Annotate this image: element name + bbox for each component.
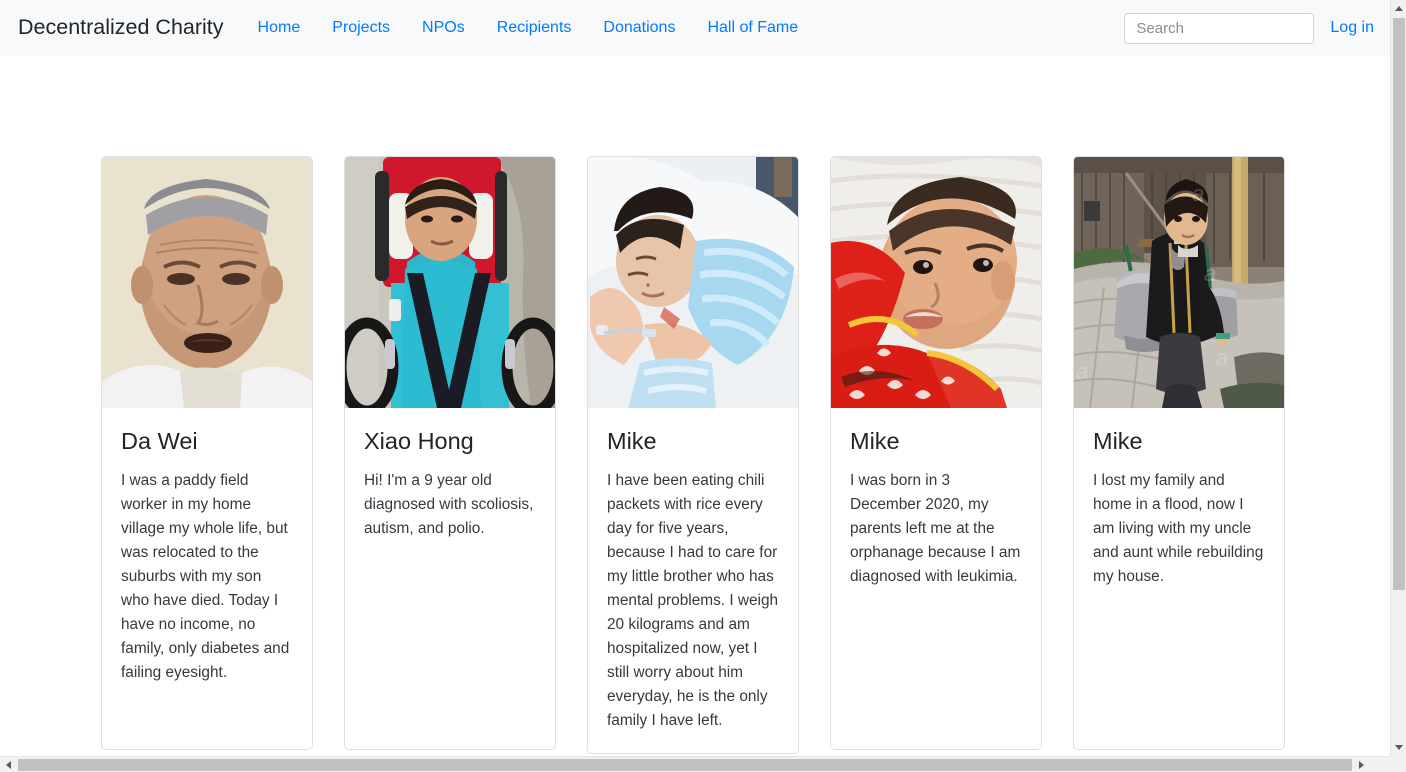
- svg-text:a: a: [1076, 359, 1088, 384]
- arrow-down-glyph: [1395, 745, 1403, 750]
- vertical-scrollbar[interactable]: [1390, 0, 1406, 756]
- card-title: Mike: [850, 428, 900, 454]
- browser-viewport: Decentralized Charity Home Projects NPOs…: [0, 0, 1406, 772]
- recipient-card[interactable]: a a a a Mike I lost my family and home i…: [1073, 156, 1285, 750]
- card-text: I have been eating chili packets with ri…: [607, 472, 779, 730]
- arrow-right-glyph: [1359, 761, 1364, 769]
- nav-item-npos: NPOs: [406, 11, 481, 45]
- arrow-left-glyph: [6, 761, 11, 769]
- login-link[interactable]: Log in: [1314, 11, 1374, 45]
- site-brand[interactable]: Decentralized Charity: [18, 17, 224, 39]
- scroll-down-arrow-icon[interactable]: [1391, 739, 1406, 756]
- nav-item-home: Home: [242, 11, 317, 45]
- svg-text:a: a: [1216, 345, 1228, 370]
- recipient-card[interactable]: Xiao Hong Hi! I'm a 9 year old diagnosed…: [344, 156, 556, 750]
- card-body: Mike I was born in 3 December 2020, my p…: [831, 408, 1041, 609]
- card-body: Mike I have been eating chili packets wi…: [588, 408, 798, 753]
- photo-boy-in-wheelchair: [345, 157, 555, 408]
- nav-item-hall-of-fame: Hall of Fame: [691, 11, 814, 45]
- recipient-card[interactable]: Da Wei I was a paddy field worker in my …: [101, 156, 313, 750]
- photo-woman-carrying-water-buckets: a a a a: [1074, 157, 1284, 408]
- search-input[interactable]: [1124, 12, 1315, 44]
- nav-item-donations: Donations: [587, 11, 691, 45]
- card-title: Mike: [607, 428, 657, 454]
- nav-link-recipients[interactable]: Recipients: [481, 11, 588, 45]
- scrollbar-corner: [1390, 756, 1406, 772]
- recipient-card[interactable]: Mike I was born in 3 December 2020, my p…: [830, 156, 1042, 750]
- card-text: I was a paddy field worker in my home vi…: [121, 472, 290, 682]
- navbar-right-group: Log in: [1124, 11, 1374, 45]
- card-body: Da Wei I was a paddy field worker in my …: [102, 408, 312, 705]
- nav-link-donations[interactable]: Donations: [587, 11, 691, 45]
- card-text: I was born in 3 December 2020, my parent…: [850, 472, 1021, 586]
- svg-text:a: a: [1192, 181, 1204, 206]
- main-content: Da Wei I was a paddy field worker in my …: [0, 56, 1390, 755]
- svg-text:a: a: [1204, 261, 1216, 286]
- card-title: Mike: [1093, 428, 1143, 454]
- arrow-up-glyph: [1395, 6, 1403, 11]
- nav-link-hall-of-fame[interactable]: Hall of Fame: [691, 11, 814, 45]
- recipient-card[interactable]: Mike I have been eating chili packets wi…: [587, 156, 799, 755]
- photo-elderly-man-portrait: [102, 157, 312, 408]
- card-body: Mike I lost my family and home in a floo…: [1074, 408, 1284, 609]
- card-title: Xiao Hong: [364, 428, 474, 454]
- scroll-right-arrow-icon[interactable]: [1353, 757, 1370, 772]
- photo-baby-in-red-outfit: [831, 157, 1041, 408]
- card-text: Hi! I'm a 9 year old diagnosed with scol…: [364, 472, 534, 538]
- page-content: Decentralized Charity Home Projects NPOs…: [0, 0, 1390, 756]
- photo-child-in-hospital-bed: [588, 157, 798, 408]
- recipient-card-deck: Da Wei I was a paddy field worker in my …: [0, 56, 1390, 755]
- card-body: Xiao Hong Hi! I'm a 9 year old diagnosed…: [345, 408, 555, 561]
- horizontal-scrollbar[interactable]: [0, 756, 1406, 772]
- nav-link-home[interactable]: Home: [242, 11, 317, 45]
- vertical-scrollbar-thumb[interactable]: [1393, 18, 1405, 590]
- primary-nav: Home Projects NPOs Recipients Donations …: [242, 11, 815, 45]
- card-title: Da Wei: [121, 428, 198, 454]
- nav-link-npos[interactable]: NPOs: [406, 11, 481, 45]
- nav-item-projects: Projects: [316, 11, 406, 45]
- nav-item-recipients: Recipients: [481, 11, 588, 45]
- nav-link-projects[interactable]: Projects: [316, 11, 406, 45]
- top-navbar: Decentralized Charity Home Projects NPOs…: [0, 0, 1390, 56]
- scroll-up-arrow-icon[interactable]: [1391, 0, 1406, 17]
- scroll-left-arrow-icon[interactable]: [0, 757, 17, 772]
- card-text: I lost my family and home in a flood, no…: [1093, 472, 1264, 586]
- horizontal-scrollbar-thumb[interactable]: [18, 759, 1352, 771]
